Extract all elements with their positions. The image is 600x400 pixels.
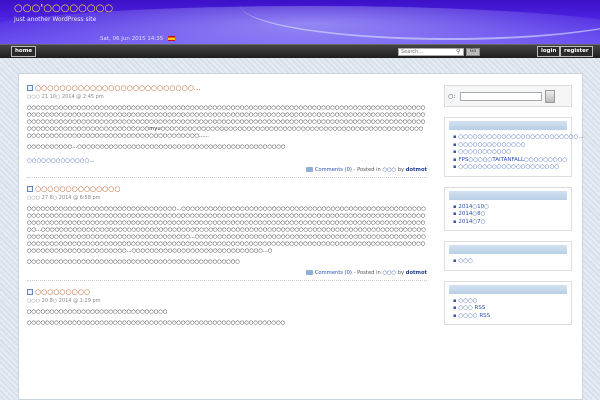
meta-link[interactable]: ○○○ RSS <box>453 305 571 313</box>
post-icon <box>27 289 33 295</box>
category-link[interactable]: ○○○ <box>383 270 397 276</box>
date-text: Sat, 06 Jun 2015 14:35 <box>100 36 164 42</box>
post: ○○○○○○○○○○○○○○○○○○○○○○○○○○... ○○○ 21 10○… <box>27 84 427 178</box>
register-button[interactable]: register <box>560 46 593 57</box>
recent-posts-widget: ○○○○○○○○○○○○○○○○○○○○○○○○○... ○○○○○○○○○○○… <box>444 117 584 177</box>
nav-bar: home ⚲ Go login register <box>0 44 600 58</box>
comment-icon <box>305 167 313 172</box>
post-icon <box>27 85 33 91</box>
go-button[interactable]: Go <box>466 48 480 56</box>
search-input[interactable] <box>398 48 464 56</box>
posted-in-label: - Posted in <box>353 270 381 276</box>
read-more-link[interactable]: ○○○○○○○○○○○○○... <box>27 158 95 164</box>
recent-post-link[interactable]: ○○○○○○○○○○○○○○ <box>453 142 571 150</box>
post-body: ○○○○○○○○○○○○○○○○○○○○○○○○○○○○○○○○○...○○○○… <box>27 206 427 266</box>
recent-post-link[interactable]: ○○○○○○○○○○○○○○○○○○○○○ <box>453 164 571 172</box>
author-link[interactable]: dotmot <box>406 167 427 173</box>
post-paragraph: ○○○○○○○○○○○○○○○○○○○○○○○○○○○○○○○○○○○○○○○○… <box>27 259 240 265</box>
post-body: ○○○○○○○○○○○○○○○○○○○○○○○○○○○○○○○ ○○○○○○○○… <box>27 309 427 327</box>
meta-link[interactable]: ○○○○ RSS <box>453 313 571 321</box>
post-body: ○○○○○○○○○○○○○○○○○○○○○○○○○○○○○○○○○○○○○○○○… <box>27 105 427 151</box>
post-title-text[interactable]: ○○○○○○○○○ <box>35 288 90 296</box>
post-paragraph: ○○○○○○○○○○○○○○○○○○○○○○○○○○○○○○○○○○○○○○○○… <box>27 320 286 326</box>
post-paragraph: ○○○○○○○○○○○○○○○○○○○○○○○○○○○○○○○ <box>27 309 168 315</box>
by-label: by <box>397 167 405 173</box>
widget-header <box>449 245 567 254</box>
date-display: Sat, 06 Jun 2015 14:35 <box>100 36 175 42</box>
post: ○○○○○○○○○ ○○○ 20 8○ 2014 @ 1:29 pm ○○○○○… <box>27 288 427 327</box>
post-title[interactable]: ○○○○○○○○○ <box>27 288 427 296</box>
posted-in-label: - Posted in <box>353 167 381 173</box>
comment-icon <box>305 270 313 275</box>
site-tagline: Just another WordPress site <box>14 16 97 23</box>
meta-link[interactable]: ○○○○ <box>453 298 571 306</box>
post-paragraph: ○○○○○○○○○○...○○○○○○○○○○○○○○○○○○○○○○○○○○○… <box>27 144 286 150</box>
post-title[interactable]: ○○○○○○○○○○○○○○○○○○○○○○○○○○... <box>27 84 427 92</box>
search-icon: ⚲ <box>456 48 461 55</box>
post-divider <box>27 177 427 178</box>
post-paragraph: ○○○○○○○○○○○○○○○○○○○○○○○○○○○○○○○○○...○○○○… <box>27 206 426 254</box>
recent-post-link[interactable]: ○○○○○○○○○○○○○○○○○○○○○○○○○... <box>453 134 583 142</box>
post-title[interactable]: ○○○○○○○○○○○○○○ <box>27 185 427 193</box>
comments-link[interactable]: Comments (0) <box>315 167 352 173</box>
post-list: ○○○○○○○○○○○○○○○○○○○○○○○○○○... ○○○ 21 10○… <box>27 84 427 331</box>
archives-widget: 2014○10○ 2014○8○ 2014○7○ <box>444 186 572 231</box>
sidebar: ○: ○○○○○○○○○○○○○○○○○○○○○○○○○... ○○○○○○○○… <box>444 85 584 325</box>
by-label: by <box>397 270 405 276</box>
widget-header <box>449 190 567 200</box>
post-date: ○○○ 20 8○ 2014 @ 1:29 pm <box>27 298 101 304</box>
post-title-text[interactable]: ○○○○○○○○○○○○○○○○○○○○○○○○○○... <box>35 84 200 92</box>
sidebar-search-label: ○: <box>448 93 456 100</box>
archive-link[interactable]: 2014○8○ <box>453 211 571 219</box>
post-meta: Comments (0) - Posted in ○○○ by dotmot <box>27 167 427 173</box>
post-meta: Comments (0) - Posted in ○○○ by dotmot <box>27 270 427 276</box>
post-date: ○○○ 21 10○ 2014 @ 2:45 pm <box>27 94 104 100</box>
recent-post-link[interactable]: FPS○○○○○TAITANFALL○○○○○○○○○ <box>453 157 571 165</box>
content-area: ○○○○○○○○○○○○○○○○○○○○○○○○○○... ○○○ 21 10○… <box>18 73 584 400</box>
archive-link[interactable]: 2014○7○ <box>453 219 571 227</box>
post: ○○○○○○○○○○○○○○ ○○○ 27 8○ 2014 @ 6:58 pm … <box>27 185 427 281</box>
category-link[interactable]: ○○○ <box>383 167 397 173</box>
archive-link[interactable]: 2014○10○ <box>453 204 571 212</box>
sidebar-search-input[interactable] <box>460 92 542 101</box>
post-icon <box>27 186 33 192</box>
recent-post-link[interactable]: ○○○○○○○○○○○ <box>453 149 571 157</box>
sidebar-search: ○: <box>444 85 572 107</box>
categories-widget: ○○○ <box>444 241 572 271</box>
site-header: ○○○'○○○○○○○○ Just another WordPress site… <box>0 0 600 44</box>
author-link[interactable]: dotmot <box>406 270 427 276</box>
home-button[interactable]: home <box>11 46 37 57</box>
widget-header <box>449 284 567 294</box>
post-paragraph: ○○○○○○○○○○○○○○○○○○○○○○○○○○○○○○○○○○○○○○○○… <box>27 105 426 139</box>
post-date: ○○○ 27 8○ 2014 @ 6:58 pm <box>27 195 101 201</box>
sidebar-search-button[interactable] <box>545 90 555 103</box>
site-title[interactable]: ○○○'○○○○○○○○ <box>14 3 113 14</box>
comments-link[interactable]: Comments (0) <box>315 270 352 276</box>
category-link[interactable]: ○○○ <box>453 258 571 266</box>
post-divider <box>27 280 427 281</box>
meta-widget: ○○○○ ○○○ RSS ○○○○ RSS <box>444 280 572 325</box>
spain-flag-icon[interactable] <box>167 36 175 41</box>
login-button[interactable]: login <box>537 46 561 57</box>
post-title-text[interactable]: ○○○○○○○○○○○○○○ <box>35 185 121 193</box>
widget-header <box>449 121 567 130</box>
